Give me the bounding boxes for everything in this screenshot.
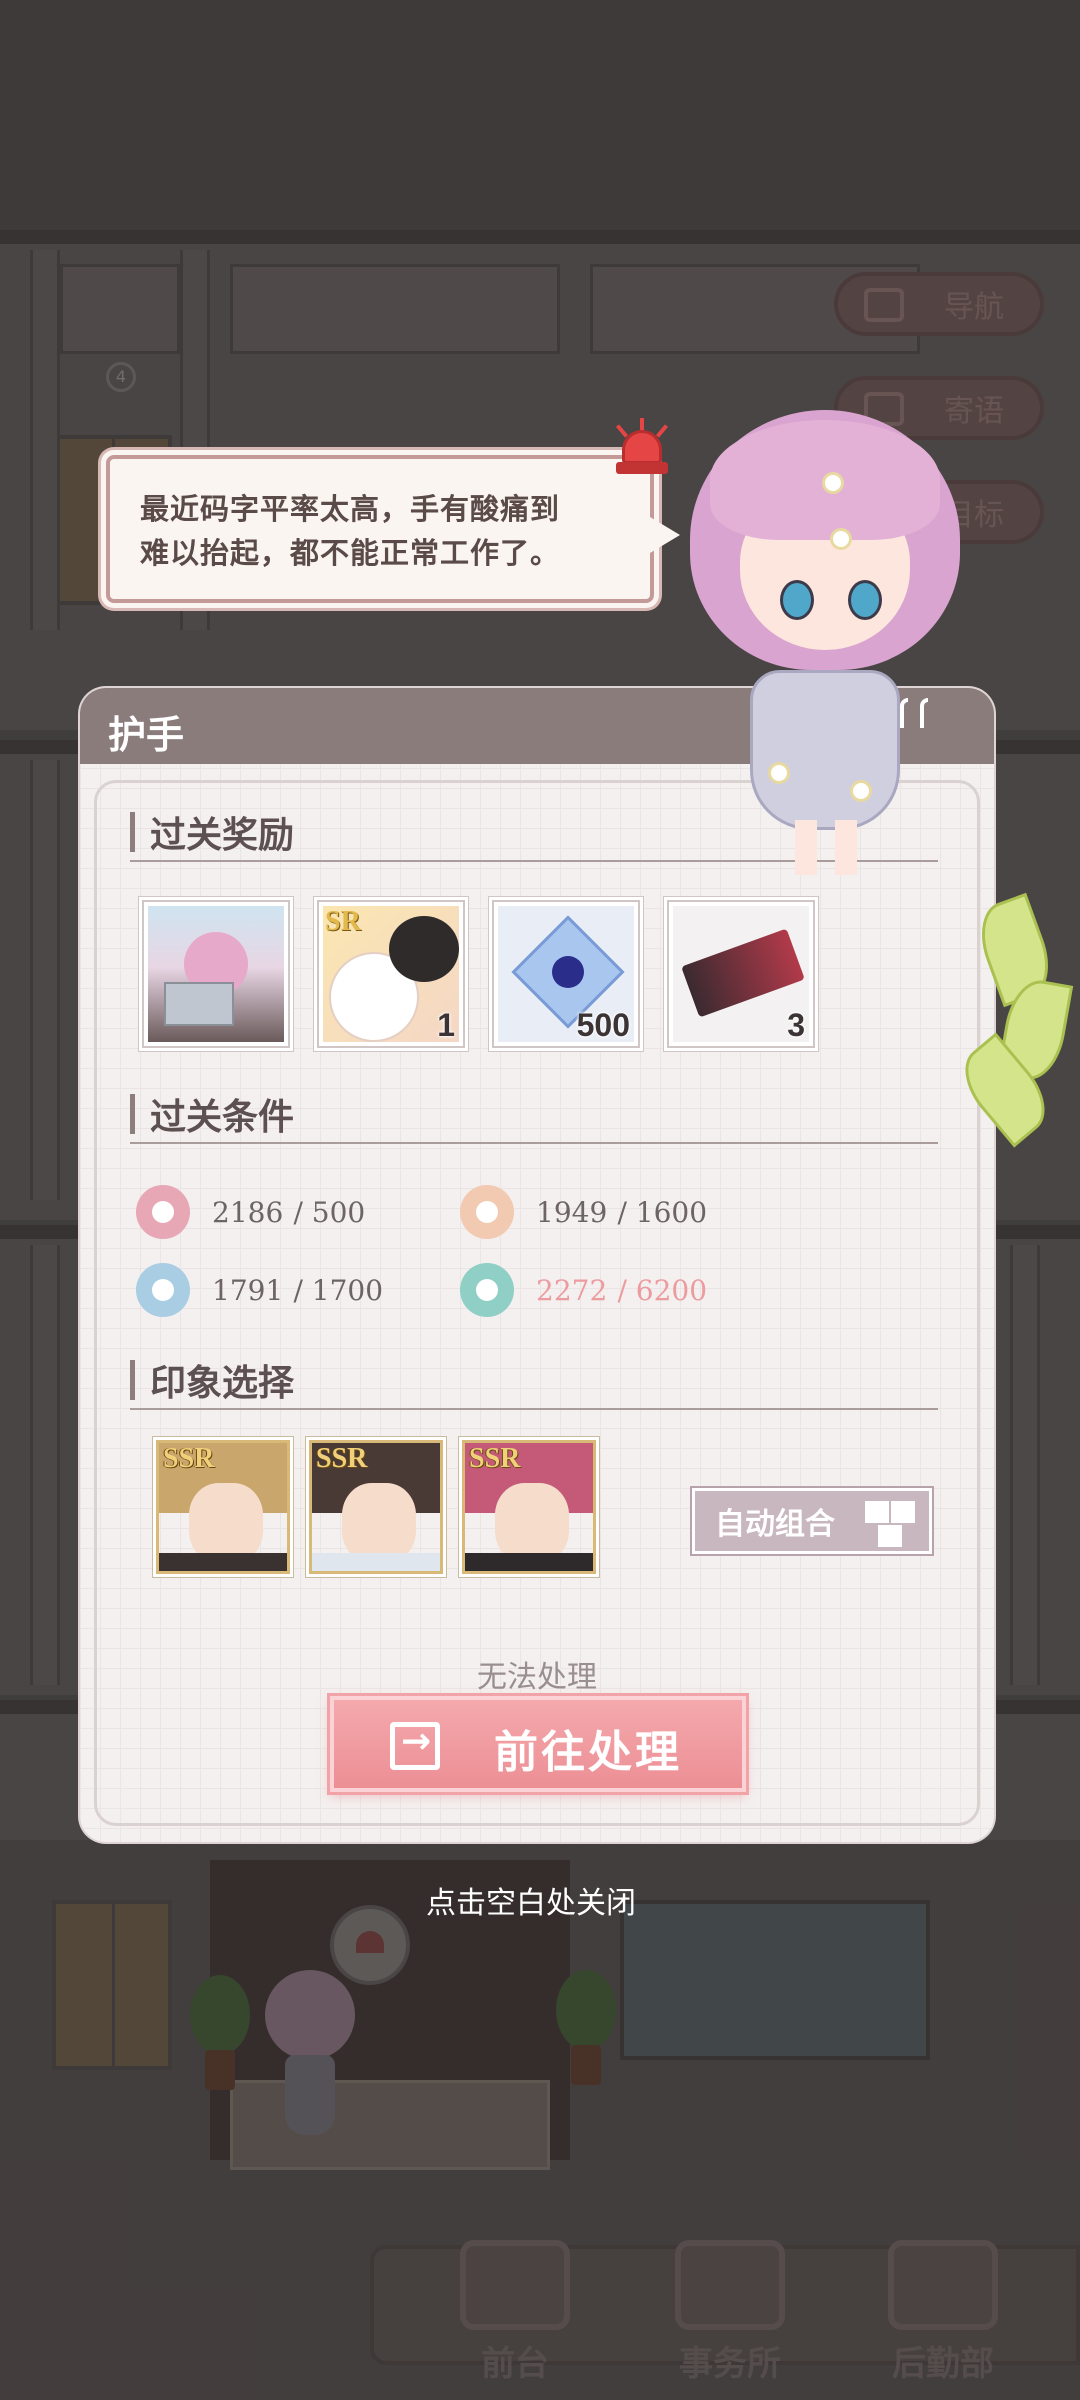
reward-qty: 500 [576,1007,630,1043]
reward-qty: 3 [787,1007,805,1043]
impression-card-2[interactable]: SSR [309,1440,443,1574]
speech-tail [650,517,680,553]
impression-heading: 印象选择 [130,1354,938,1410]
condition-charm: 1949 / 1600 [460,1184,707,1240]
chibi-character [680,400,970,890]
speech-bubble: 最近码字平率太高，手有酸痛到 难以抬起，都不能正常工作了。 [106,455,680,603]
reward-photo-card[interactable] [142,900,290,1048]
speech-line-1: 最近码字平率太高，手有酸痛到 [140,492,561,526]
ssr-badge: SSR [163,1443,215,1474]
reward-crystal-flower[interactable]: 500 [492,900,640,1048]
person-icon [460,1185,514,1239]
graduation-cap-icon [136,1263,190,1317]
go-process-button[interactable]: 前往处理 [330,1696,746,1792]
impression-card-1[interactable]: SSR [156,1440,290,1574]
speech-line-2: 难以抬起，都不能正常工作了。 [140,536,561,570]
tap-to-close-hint: 点击空白处关闭 [426,1886,636,1921]
condition-creativity: 2272 / 6200 [460,1262,707,1318]
reward-red-ticket[interactable]: 3 [667,900,815,1048]
reward-qty: 1 [437,1007,455,1043]
ssr-badge: SSR [469,1443,521,1474]
reward-sr-cat-card[interactable]: SR 1 [317,900,465,1048]
squares-icon [865,1501,915,1547]
conditions-heading: 过关条件 [130,1088,938,1144]
flower-icon [460,1263,514,1317]
auto-combine-button[interactable]: 自动组合 [692,1488,932,1554]
cannot-process-text: 无法处理 [477,1660,597,1695]
ssr-badge: SSR [316,1443,368,1474]
dumbbell-icon [136,1185,190,1239]
siren-icon [612,418,672,478]
sr-badge: SR [325,906,361,937]
panel-title: 护手 [108,712,185,757]
condition-strength: 2186 / 500 [136,1184,365,1240]
enter-icon [390,1721,440,1770]
condition-knowledge: 1791 / 1700 [136,1262,383,1318]
impression-card-3[interactable]: SSR [462,1440,596,1574]
leaf-decoration [949,890,1075,1148]
